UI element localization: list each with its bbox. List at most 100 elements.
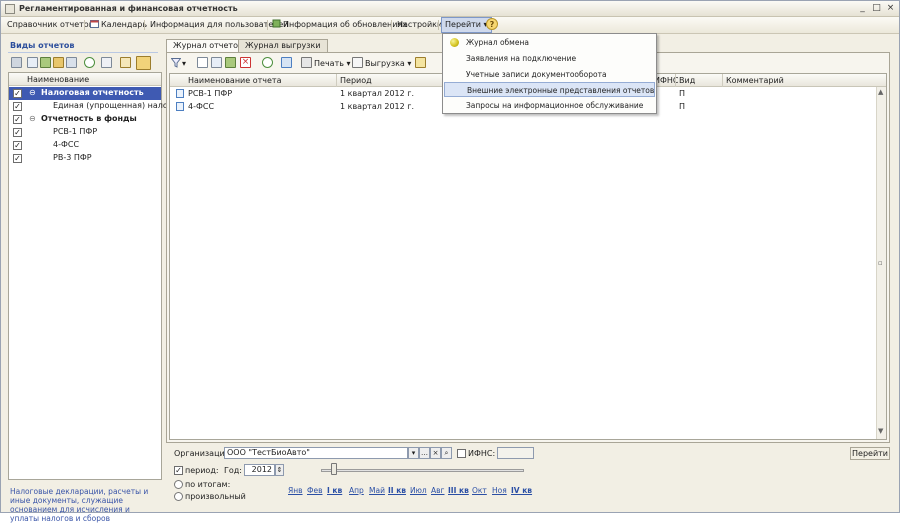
- month-link[interactable]: Апр: [349, 486, 364, 495]
- grid-scrollbar[interactable]: ▲ ▫ ▼: [876, 87, 886, 439]
- edit-document-icon[interactable]: [225, 57, 236, 68]
- filter-panel: Организации: ООО "ТестБиоАвто" ▾ … × ⌕ И…: [166, 445, 890, 505]
- month-link[interactable]: Ноя: [492, 486, 507, 495]
- quarter-link[interactable]: II кв: [388, 486, 406, 495]
- goto-button[interactable]: Перейти: [850, 447, 890, 460]
- filter-icon[interactable]: [171, 58, 181, 68]
- hierarchy-icon[interactable]: [66, 57, 77, 68]
- menu-item-connection-requests[interactable]: Заявления на подключение: [444, 51, 655, 66]
- copy-icon[interactable]: [27, 57, 38, 68]
- menu-item-exchange-log[interactable]: Журнал обмена: [444, 35, 655, 50]
- year-stepper[interactable]: ⇕: [275, 464, 284, 476]
- tree-row-rsv1[interactable]: ✓ РСВ-1 ПФР: [9, 126, 161, 139]
- group-icon[interactable]: [53, 57, 64, 68]
- scroll-up-icon[interactable]: ▲: [878, 88, 883, 96]
- new-document-icon[interactable]: [197, 57, 208, 68]
- scroll-down-icon[interactable]: ▼: [878, 427, 883, 435]
- title-bar: Регламентированная и финансовая отчетнос…: [1, 1, 899, 17]
- period-slider-track[interactable]: [321, 469, 524, 472]
- column-name[interactable]: Наименование отчета: [188, 76, 281, 85]
- tree-row-tax-reporting[interactable]: ✓ ⊖ Налоговая отчетность: [9, 87, 161, 100]
- tab-export-journal[interactable]: Журнал выгрузки: [238, 39, 328, 53]
- row-checkbox[interactable]: ✓: [13, 102, 22, 111]
- row-checkbox[interactable]: ✓: [13, 115, 22, 124]
- quarter-link[interactable]: IV кв: [511, 486, 532, 495]
- settings-icon[interactable]: [415, 57, 426, 68]
- report-types-panel: Виды отчетов Наименование ✓ ⊖ Налоговая …: [8, 39, 175, 523]
- tree-row-4fss[interactable]: ✓ 4-ФСС: [9, 139, 161, 152]
- edit-icon[interactable]: [40, 57, 51, 68]
- report-icon[interactable]: [101, 57, 112, 68]
- column-kind[interactable]: Вид: [679, 76, 695, 85]
- menu-calendar[interactable]: Календарь: [87, 17, 150, 33]
- menu-item-info-service-requests[interactable]: Запросы на информационное обслуживание: [444, 98, 655, 113]
- month-link[interactable]: Июл: [410, 486, 427, 495]
- arbitrary-label: произвольный: [185, 492, 246, 501]
- scroll-thumb-icon[interactable]: ▫: [878, 259, 883, 267]
- row-checkbox[interactable]: ✓: [13, 141, 22, 150]
- tree-row-label: Отчетность в фонды: [41, 114, 137, 123]
- menu-update-info[interactable]: Информация об обновлениях: [269, 17, 410, 33]
- minimize-button[interactable]: _: [856, 3, 869, 15]
- org-select-button[interactable]: …: [419, 447, 430, 459]
- row-checkbox[interactable]: ✓: [13, 128, 22, 137]
- menu-reports-directory[interactable]: Справочник отчетов: [4, 17, 96, 33]
- cell-period: 1 квартал 2012 г.: [340, 89, 415, 98]
- month-link[interactable]: Янв: [288, 486, 303, 495]
- month-link[interactable]: Фев: [307, 486, 323, 495]
- menu-item-workflow-accounts[interactable]: Учетные записи документооборота: [444, 67, 655, 82]
- collapse-icon[interactable]: ⊖: [29, 114, 36, 123]
- copy-document-icon[interactable]: [211, 57, 222, 68]
- row-checkbox[interactable]: ✓: [13, 89, 22, 98]
- export-icon[interactable]: [352, 57, 363, 68]
- column-period[interactable]: Период: [340, 76, 372, 85]
- print-icon[interactable]: [301, 57, 312, 68]
- maximize-button[interactable]: □: [870, 3, 883, 15]
- menu-goto[interactable]: Перейти ▾: [441, 17, 492, 33]
- collapse-icon[interactable]: ⊖: [29, 88, 36, 97]
- refresh-icon[interactable]: [84, 57, 95, 68]
- menu-item-label: Журнал обмена: [466, 38, 529, 47]
- tree-row-label: РСВ-1 ПФР: [53, 127, 98, 136]
- print-button[interactable]: Печать ▾: [314, 59, 351, 68]
- arbitrary-radio[interactable]: [174, 492, 183, 501]
- tree-row-fund-reporting[interactable]: ✓ ⊖ Отчетность в фонды: [9, 113, 161, 126]
- ifns-input[interactable]: [497, 447, 534, 459]
- update-info-icon: [272, 19, 281, 28]
- settings-icon[interactable]: [120, 57, 131, 68]
- tree-header-name: Наименование: [27, 75, 90, 84]
- send-icon[interactable]: [281, 57, 292, 68]
- month-link[interactable]: Май: [369, 486, 385, 495]
- goto-dropdown-menu: Журнал обмена Заявления на подключение У…: [442, 33, 657, 114]
- year-input[interactable]: 2012: [244, 464, 275, 476]
- org-search-button[interactable]: ⌕: [441, 447, 452, 459]
- exchange-log-icon: [450, 38, 459, 47]
- org-dropdown-button[interactable]: ▾: [408, 447, 419, 459]
- org-clear-button[interactable]: ×: [430, 447, 441, 459]
- column-divider: [675, 74, 676, 87]
- column-comment[interactable]: Комментарий: [726, 76, 784, 85]
- by-totals-radio[interactable]: [174, 480, 183, 489]
- month-link[interactable]: Окт: [472, 486, 487, 495]
- quarter-link[interactable]: III кв: [448, 486, 469, 495]
- folder-icon[interactable]: [136, 56, 151, 70]
- tree-row-rv3[interactable]: ✓ РВ-3 ПФР: [9, 152, 161, 165]
- month-link[interactable]: Авг: [431, 486, 445, 495]
- tree-row-single-simplified[interactable]: ✓ Единая (упрощенная) нало...: [9, 100, 175, 113]
- period-checkbox[interactable]: ✓: [174, 466, 183, 475]
- menu-item-external-representations[interactable]: Внешние электронные представления отчето…: [444, 82, 655, 97]
- by-totals-label: по итогам:: [185, 480, 231, 489]
- period-slider-thumb[interactable]: [331, 463, 337, 475]
- app-icon: [5, 4, 15, 14]
- filter-dropdown-icon[interactable]: ▾: [182, 59, 186, 68]
- close-button[interactable]: ×: [884, 3, 897, 15]
- row-checkbox[interactable]: ✓: [13, 154, 22, 163]
- ifns-checkbox[interactable]: [457, 449, 466, 458]
- org-input[interactable]: ООО "ТестБиоАвто": [224, 447, 408, 459]
- list-icon[interactable]: [11, 57, 22, 68]
- delete-icon[interactable]: ×: [240, 57, 251, 68]
- refresh-icon[interactable]: [262, 57, 273, 68]
- help-icon[interactable]: ?: [486, 18, 498, 30]
- export-button[interactable]: Выгрузка ▾: [365, 59, 411, 68]
- quarter-link[interactable]: I кв: [327, 486, 342, 495]
